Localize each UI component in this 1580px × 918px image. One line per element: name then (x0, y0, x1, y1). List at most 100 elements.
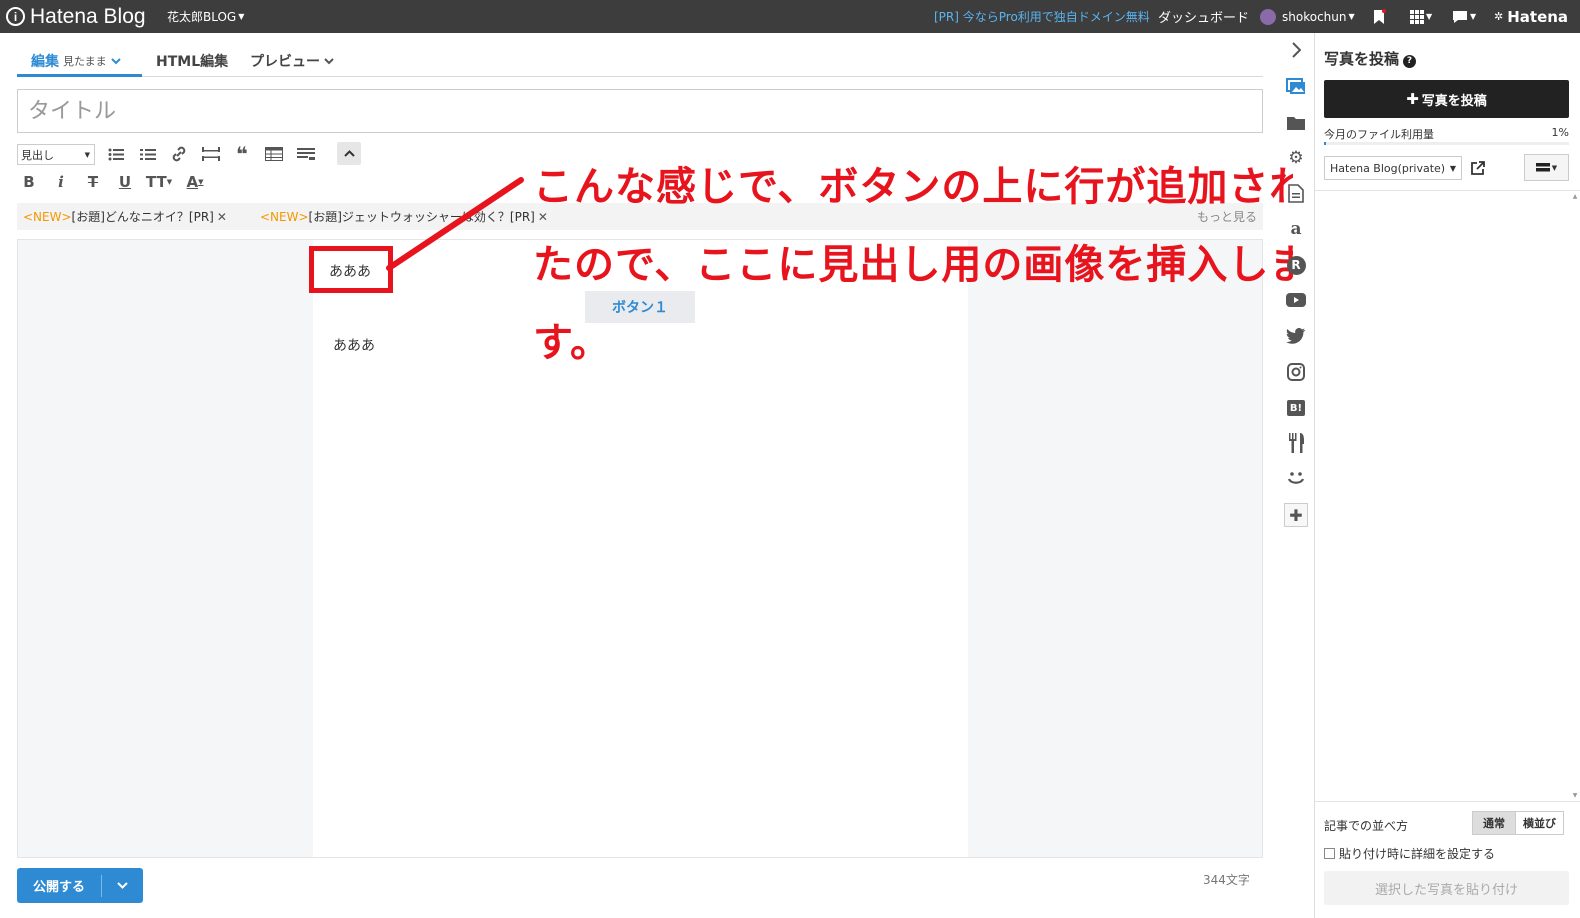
panel-title-label: 写真を投稿 (1324, 50, 1400, 68)
new-badge: <NEW> (23, 209, 72, 224)
tab-preview[interactable]: プレビュー (250, 48, 334, 74)
footnote-icon[interactable] (294, 143, 318, 165)
bullet-list-icon[interactable] (104, 143, 128, 165)
youtube-icon[interactable] (1284, 288, 1308, 312)
photo-panel: 写真を投稿? ✚ 写真を投稿 今月のファイル利用量 1% Hatena Blog… (1314, 33, 1580, 918)
photo-list-scrollbar[interactable]: ▲ ▼ (1571, 191, 1579, 801)
usage-label: 今月のファイル利用量 (1324, 128, 1434, 141)
publish-options-dropdown[interactable] (102, 879, 143, 892)
arrangement-side-by-side-button[interactable]: 横並び (1516, 811, 1564, 835)
add-plugin-icon[interactable]: ✚ (1284, 503, 1308, 527)
panel-title: 写真を投稿? (1324, 48, 1417, 69)
external-link-icon[interactable] (1468, 158, 1488, 178)
usage-progress-fill (1324, 142, 1327, 145)
album-select-value: Hatena Blog(private) (1330, 161, 1446, 175)
more-break-icon[interactable] (199, 143, 223, 165)
list-view-icon (1535, 163, 1550, 172)
usage-progress-bar (1324, 142, 1569, 145)
album-select[interactable]: Hatena Blog(private) ▼ (1324, 156, 1462, 180)
link-icon[interactable] (167, 143, 191, 165)
user-menu[interactable]: shokochun ▼ (1260, 0, 1355, 33)
detail-setting-checkbox[interactable] (1324, 848, 1335, 859)
tab-html-edit[interactable]: HTML編集 (156, 48, 228, 74)
usage-percent: 1% (1551, 126, 1569, 139)
twitter-icon[interactable] (1284, 324, 1308, 348)
chevron-down-icon (110, 57, 121, 64)
tab-edit-label: 編集 (31, 54, 59, 70)
gear-icon[interactable]: ⚙ (1284, 146, 1308, 170)
new-badge: <NEW> (260, 209, 309, 224)
view-mode-button[interactable]: ▼ (1524, 154, 1569, 181)
hatena-label: Hatena (1507, 7, 1569, 26)
sidebar-icon-column: ⚙ a R B! ✚ (1278, 33, 1314, 918)
paste-selected-photos-button[interactable]: 選択した写真を貼り付け (1324, 871, 1569, 905)
arrangement-normal-button[interactable]: 通常 (1472, 811, 1516, 835)
dashboard-link[interactable]: ダッシュボード (1158, 0, 1249, 33)
top-bar: i Hatena Blog 花太郎BLOG ▼ [PR] 今ならPro利用で独自… (0, 0, 1580, 33)
annotation-highlight-box (309, 246, 393, 293)
hatena-blog-logo[interactable]: i Hatena Blog (6, 0, 146, 33)
italic-icon[interactable]: i (49, 171, 73, 193)
chevron-up-icon (343, 150, 355, 157)
table-icon[interactable] (262, 143, 286, 165)
tab-divider (17, 76, 1263, 77)
notification-icon[interactable]: ▼ (1452, 0, 1476, 33)
bold-icon[interactable]: B (17, 171, 41, 193)
face-icon[interactable] (1284, 466, 1308, 490)
tab-edit-mode: 見たまま (63, 55, 107, 68)
upload-photo-button[interactable]: ✚ 写真を投稿 (1324, 80, 1569, 118)
scroll-down-icon[interactable]: ▼ (1571, 792, 1579, 799)
chevron-down-icon (324, 57, 334, 64)
blog-name-label: 花太郎BLOG (167, 10, 237, 24)
upload-photo-label: 写真を投稿 (1421, 93, 1487, 109)
chevron-down-icon (117, 882, 128, 889)
collapse-toolbar-button[interactable] (337, 142, 361, 165)
username-label: shokochun (1282, 9, 1347, 24)
title-input[interactable] (17, 89, 1263, 133)
pr-link[interactable]: [PR] 今ならPro利用で独自ドメイン無料 (934, 0, 1150, 33)
help-icon[interactable]: ? (1403, 54, 1417, 68)
tab-edit[interactable]: 編集 見たまま (31, 48, 121, 74)
topic-item[interactable]: <NEW> [お題]どんなニオイ？[PR] ✕ (23, 203, 227, 230)
character-count: 344文字 (1203, 873, 1250, 887)
numbered-list-icon[interactable] (136, 143, 160, 165)
photo-list[interactable]: ▲ ▼ (1315, 190, 1580, 802)
annotation-text: こんな感じで、ボタンの上に行が追加され たので、ここに見出し用の画像を挿入しま … (533, 148, 1293, 382)
publish-button[interactable]: 公開する (17, 868, 143, 903)
caret-down-icon: ▼ (1449, 163, 1456, 173)
restaurant-icon[interactable] (1284, 431, 1308, 455)
quote-icon[interactable]: ❝ (230, 142, 254, 166)
font-size-icon[interactable]: TT ▼ (145, 171, 173, 193)
bookmark-icon[interactable] (1372, 0, 1386, 33)
strikethrough-icon[interactable]: T (81, 171, 105, 193)
annotation-line-3: す。 (533, 320, 611, 366)
collapse-panel-chevron-icon[interactable] (1284, 38, 1308, 62)
rakuten-icon[interactable]: R (1284, 253, 1308, 277)
close-icon[interactable]: ✕ (217, 210, 227, 224)
tab-preview-label: プレビュー (250, 54, 320, 70)
heading-select[interactable]: 見出し ▼ (17, 144, 95, 165)
amazon-icon[interactable]: a (1284, 217, 1308, 241)
topic-label: [お題]どんなニオイ？[PR] (71, 210, 214, 224)
hatena-menu[interactable]: ✲ Hatena (1494, 0, 1568, 33)
instagram-icon[interactable] (1284, 360, 1308, 384)
caret-down-icon: ▼ (1348, 12, 1355, 21)
blog-name-menu[interactable]: 花太郎BLOG ▼ (167, 0, 244, 33)
caret-down-icon: ▼ (1470, 12, 1477, 21)
arrangement-label: 記事での並べ方 (1324, 819, 1409, 833)
underline-icon[interactable]: U (113, 171, 137, 193)
caret-down-icon: ▼ (238, 12, 245, 21)
paragraph-line-2[interactable]: あああ (333, 335, 375, 355)
file-usage: 今月のファイル利用量 1% (1324, 126, 1569, 142)
caret-down-icon: ▼ (1426, 12, 1433, 21)
hatena-bookmark-icon[interactable]: B! (1284, 396, 1308, 420)
font-color-icon[interactable]: A ▼ (181, 171, 209, 193)
document-icon[interactable] (1284, 181, 1308, 205)
annotation-arrow-line (386, 177, 524, 271)
scroll-up-icon[interactable]: ▲ (1571, 193, 1579, 200)
photo-upload-icon[interactable] (1284, 75, 1308, 99)
apps-grid-icon[interactable]: ▼ (1410, 0, 1432, 33)
folder-icon[interactable] (1284, 111, 1308, 135)
detail-setting-option[interactable]: 貼り付け時に詳細を設定する (1324, 845, 1495, 862)
plus-icon: ✚ (1406, 90, 1419, 108)
